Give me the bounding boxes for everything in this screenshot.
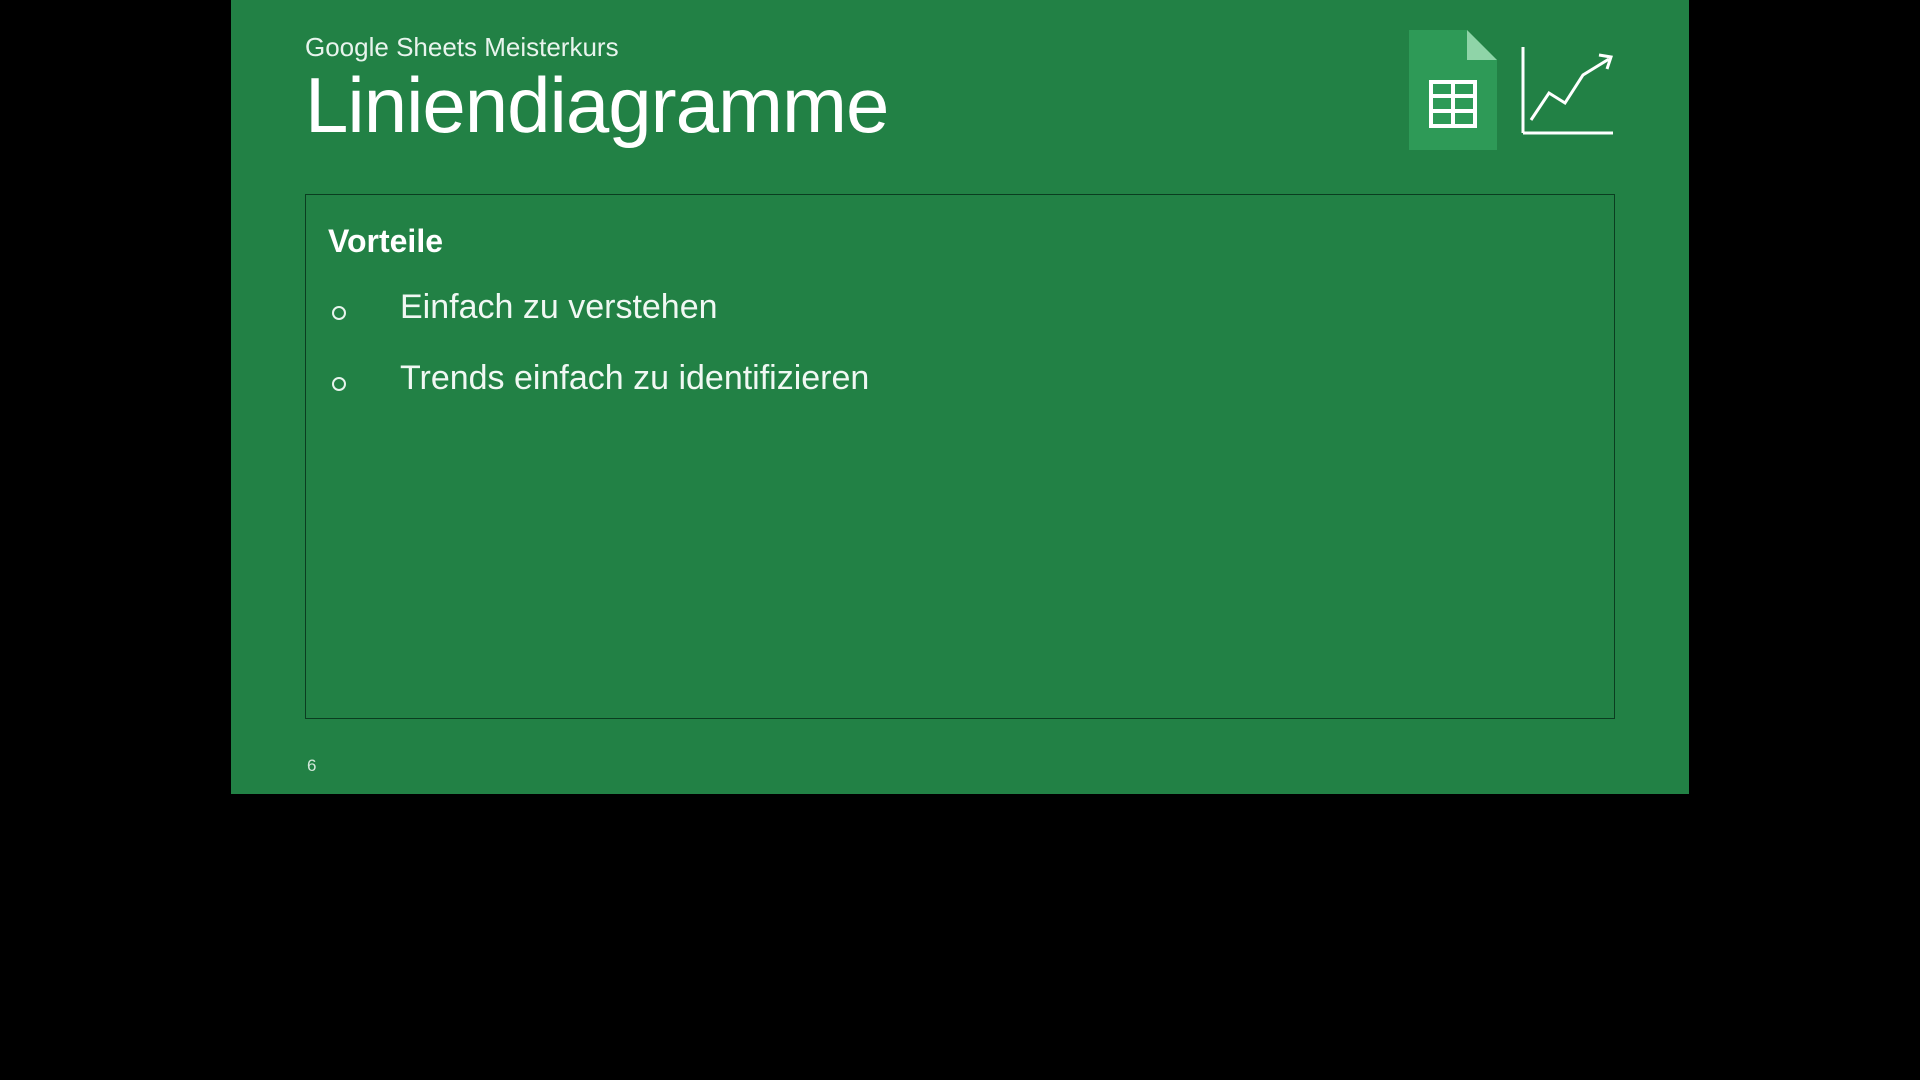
content-box-title: Vorteile xyxy=(328,223,1592,260)
slide-title: Liniendiagramme xyxy=(305,65,888,147)
line-chart-icon xyxy=(1521,45,1615,135)
header-area: Google Sheets Meisterkurs Liniendiagramm… xyxy=(305,32,888,147)
bullet-list: Einfach zu verstehen Trends einfach zu i… xyxy=(328,288,1592,398)
list-item: Trends einfach zu identifizieren xyxy=(328,359,1592,398)
page-number: 6 xyxy=(307,756,316,776)
slide: Google Sheets Meisterkurs Liniendiagramm… xyxy=(231,0,1689,794)
circle-bullet-icon xyxy=(332,306,346,320)
bullet-text: Einfach zu verstehen xyxy=(400,288,718,327)
bullet-text: Trends einfach zu identifizieren xyxy=(400,359,869,398)
content-box: Vorteile Einfach zu verstehen Trends ein… xyxy=(305,194,1615,719)
list-item: Einfach zu verstehen xyxy=(328,288,1592,327)
slide-subtitle: Google Sheets Meisterkurs xyxy=(305,32,888,63)
icons-area xyxy=(1409,30,1615,150)
circle-bullet-icon xyxy=(332,377,346,391)
google-sheets-icon xyxy=(1409,30,1497,150)
